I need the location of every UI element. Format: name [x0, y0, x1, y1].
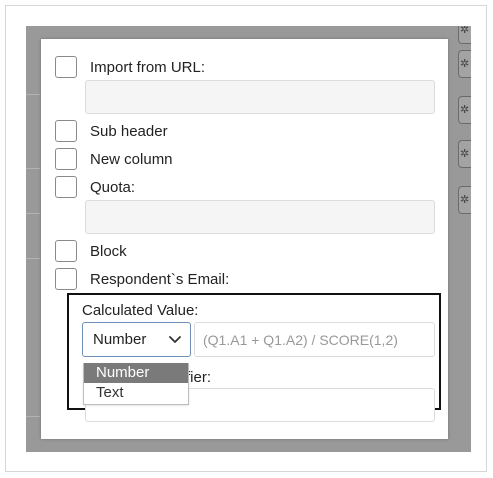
settings-icon[interactable]: ✲: [458, 186, 471, 214]
sub-header-label: Sub header: [90, 122, 168, 140]
background-divider: [26, 94, 40, 95]
settings-icon[interactable]: ✲: [458, 140, 471, 168]
option-new-column[interactable]: New column: [55, 148, 173, 170]
chevron-down-icon: [169, 336, 181, 343]
option-import-from-url[interactable]: Import from URL:: [55, 56, 205, 78]
obscured-field-label-fragment: fier:: [186, 369, 212, 386]
background-divider: [26, 168, 40, 169]
new-column-checkbox[interactable]: [55, 148, 77, 170]
import-from-url-checkbox[interactable]: [55, 56, 77, 78]
block-checkbox[interactable]: [55, 240, 77, 262]
option-block[interactable]: Block: [55, 240, 127, 262]
calculated-value-label: Calculated Value:: [82, 302, 199, 319]
quota-label: Quota:: [90, 178, 136, 196]
quota-input[interactable]: [85, 200, 435, 234]
background-divider: [26, 258, 40, 259]
option-quota[interactable]: Quota:: [55, 176, 135, 198]
value-type-selected: Number: [93, 331, 147, 348]
value-type-select[interactable]: Number: [82, 322, 191, 357]
settings-icon[interactable]: ✲: [458, 50, 471, 78]
respondent-email-label: Respondent`s Email:: [90, 270, 230, 288]
settings-icon[interactable]: ✲: [458, 96, 471, 124]
respondent-email-checkbox[interactable]: [55, 268, 77, 290]
background-divider: [26, 213, 40, 214]
option-respondent-email[interactable]: Respondent`s Email:: [55, 268, 229, 290]
question-settings-modal: Import from URL: Sub header New column Q…: [41, 39, 448, 439]
quota-checkbox[interactable]: [55, 176, 77, 198]
dropdown-option-number[interactable]: Number: [84, 363, 188, 383]
formula-input[interactable]: [194, 322, 435, 357]
option-sub-header[interactable]: Sub header: [55, 120, 168, 142]
settings-icon[interactable]: ✲: [458, 26, 471, 44]
import-url-input[interactable]: [85, 80, 435, 114]
block-label: Block: [90, 242, 127, 260]
value-type-dropdown: Number Text: [83, 363, 189, 405]
sub-header-checkbox[interactable]: [55, 120, 77, 142]
new-column-label: New column: [90, 150, 173, 168]
dropdown-option-text[interactable]: Text: [84, 383, 188, 403]
background-divider: [26, 416, 40, 417]
import-from-url-label: Import from URL:: [90, 58, 206, 76]
